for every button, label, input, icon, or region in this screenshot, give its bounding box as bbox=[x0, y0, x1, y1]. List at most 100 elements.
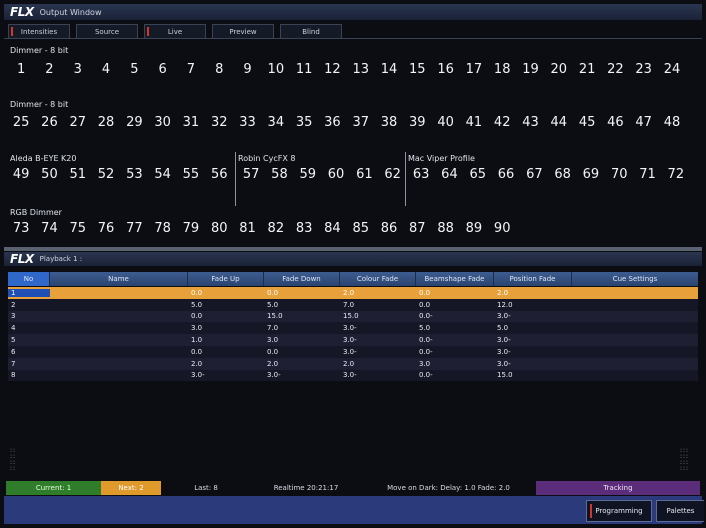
channel-cell[interactable]: 70 bbox=[605, 167, 633, 182]
channel-cell[interactable]: 17 bbox=[460, 62, 488, 77]
channel-cell[interactable]: 42 bbox=[488, 115, 516, 130]
channel-cell[interactable]: 62 bbox=[378, 167, 406, 182]
channel-cell[interactable]: 59 bbox=[294, 167, 322, 182]
tab-blind[interactable]: Blind bbox=[280, 24, 342, 38]
cell-fade-down[interactable]: 7.0 bbox=[264, 324, 340, 332]
channel-cell[interactable]: 79 bbox=[177, 221, 205, 236]
cell-beamshape-fade[interactable]: 0.0 bbox=[416, 301, 494, 309]
column-header-fade-down[interactable]: Fade Down bbox=[264, 272, 340, 286]
channel-cell[interactable]: 49 bbox=[7, 167, 35, 182]
channel-cell[interactable]: 90 bbox=[488, 221, 516, 236]
cell-fade-up[interactable]: 5.0 bbox=[188, 301, 264, 309]
channel-cell[interactable]: 5 bbox=[120, 62, 148, 77]
channel-cell[interactable]: 14 bbox=[375, 62, 403, 77]
channel-cell[interactable]: 28 bbox=[92, 115, 120, 130]
channel-cell[interactable]: 60 bbox=[322, 167, 350, 182]
channel-cell[interactable]: 44 bbox=[545, 115, 573, 130]
channel-cell[interactable]: 22 bbox=[601, 62, 629, 77]
channel-cell[interactable]: 20 bbox=[545, 62, 573, 77]
channel-cell[interactable]: 51 bbox=[64, 167, 92, 182]
channel-cell[interactable]: 26 bbox=[35, 115, 63, 130]
cell-beamshape-fade[interactable]: 3.0 bbox=[416, 360, 494, 368]
channel-cell[interactable]: 47 bbox=[630, 115, 658, 130]
channel-cell[interactable]: 66 bbox=[492, 167, 520, 182]
cell-fade-up[interactable]: 0.0 bbox=[188, 289, 264, 297]
cell-position-fade[interactable]: 15.0 bbox=[494, 371, 572, 379]
cell-beamshape-fade[interactable]: 0.0- bbox=[416, 312, 494, 320]
cell-colour-fade[interactable]: 3.0- bbox=[340, 371, 416, 379]
cell-no[interactable]: 3 bbox=[8, 312, 50, 320]
channel-cell[interactable]: 72 bbox=[662, 167, 690, 182]
channel-cell[interactable]: 30 bbox=[148, 115, 176, 130]
cell-fade-down[interactable]: 15.0 bbox=[264, 312, 340, 320]
tracking-badge[interactable]: Tracking bbox=[536, 481, 700, 495]
column-header-fade-up[interactable]: Fade Up bbox=[188, 272, 264, 286]
cell-fade-up[interactable]: 2.0 bbox=[188, 360, 264, 368]
cell-fade-down[interactable]: 0.0 bbox=[264, 348, 340, 356]
cell-no[interactable]: 5 bbox=[8, 336, 50, 344]
channel-cell[interactable]: 32 bbox=[205, 115, 233, 130]
cell-position-fade[interactable]: 3.0- bbox=[494, 360, 572, 368]
channel-cell[interactable]: 75 bbox=[64, 221, 92, 236]
cell-no[interactable]: 6 bbox=[8, 348, 50, 356]
channel-cell[interactable]: 11 bbox=[290, 62, 318, 77]
cell-fade-down[interactable]: 3.0 bbox=[264, 336, 340, 344]
cell-position-fade[interactable]: 3.0- bbox=[494, 336, 572, 344]
cell-fade-up[interactable]: 3.0 bbox=[188, 324, 264, 332]
channel-cell[interactable]: 78 bbox=[148, 221, 176, 236]
channel-cell[interactable]: 83 bbox=[290, 221, 318, 236]
channel-cell[interactable]: 54 bbox=[148, 167, 176, 182]
channel-cell[interactable]: 36 bbox=[318, 115, 346, 130]
channel-cell[interactable]: 43 bbox=[516, 115, 544, 130]
table-row[interactable]: 2 5.0 5.0 7.0 0.0 12.0 bbox=[8, 298, 698, 311]
channel-cell[interactable]: 76 bbox=[92, 221, 120, 236]
channel-cell[interactable]: 50 bbox=[35, 167, 63, 182]
cell-beamshape-fade[interactable]: 0.0 bbox=[416, 289, 494, 297]
channel-cell[interactable]: 16 bbox=[431, 62, 459, 77]
channel-cell[interactable]: 80 bbox=[205, 221, 233, 236]
channel-cell[interactable]: 67 bbox=[520, 167, 548, 182]
channel-cell[interactable]: 31 bbox=[177, 115, 205, 130]
channel-cell[interactable]: 56 bbox=[205, 167, 233, 182]
channel-cell[interactable]: 27 bbox=[64, 115, 92, 130]
cell-colour-fade[interactable]: 7.0 bbox=[340, 301, 416, 309]
tab-source[interactable]: Source bbox=[76, 24, 138, 38]
cell-fade-up[interactable]: 0.0 bbox=[188, 312, 264, 320]
table-row[interactable]: 3 0.0 15.0 15.0 0.0- 3.0- bbox=[8, 310, 698, 323]
cell-position-fade[interactable]: 12.0 bbox=[494, 301, 572, 309]
channel-cell[interactable]: 9 bbox=[233, 62, 261, 77]
cell-beamshape-fade[interactable]: 0.0- bbox=[416, 336, 494, 344]
cell-no[interactable]: 4 bbox=[8, 324, 50, 332]
cell-beamshape-fade[interactable]: 0.0- bbox=[416, 371, 494, 379]
channel-cell[interactable]: 55 bbox=[177, 167, 205, 182]
cell-fade-down[interactable]: 0.0 bbox=[264, 289, 340, 297]
channel-cell[interactable]: 37 bbox=[347, 115, 375, 130]
cell-beamshape-fade[interactable]: 5.0 bbox=[416, 324, 494, 332]
channel-cell[interactable]: 57 bbox=[237, 167, 265, 182]
channel-cell[interactable]: 1 bbox=[7, 62, 35, 77]
programming-button[interactable]: Programming bbox=[586, 500, 652, 522]
channel-cell[interactable]: 34 bbox=[262, 115, 290, 130]
channel-cell[interactable]: 13 bbox=[347, 62, 375, 77]
cell-no[interactable]: 1 bbox=[8, 288, 50, 297]
cell-position-fade[interactable]: 3.0- bbox=[494, 348, 572, 356]
cell-colour-fade[interactable]: 3.0- bbox=[340, 324, 416, 332]
channel-cell[interactable]: 3 bbox=[64, 62, 92, 77]
channel-cell[interactable]: 63 bbox=[407, 167, 435, 182]
cell-no[interactable]: 2 bbox=[8, 301, 50, 309]
channel-cell[interactable]: 4 bbox=[92, 62, 120, 77]
cell-colour-fade[interactable]: 2.0 bbox=[340, 360, 416, 368]
channel-cell[interactable]: 61 bbox=[350, 167, 378, 182]
channel-cell[interactable]: 58 bbox=[265, 167, 293, 182]
channel-cell[interactable]: 33 bbox=[233, 115, 261, 130]
channel-cell[interactable]: 12 bbox=[318, 62, 346, 77]
cell-position-fade[interactable]: 3.0- bbox=[494, 312, 572, 320]
column-header-no[interactable]: No bbox=[8, 272, 50, 286]
cell-position-fade[interactable]: 2.0 bbox=[494, 289, 572, 297]
channel-cell[interactable]: 89 bbox=[460, 221, 488, 236]
channel-cell[interactable]: 71 bbox=[633, 167, 661, 182]
tab-live[interactable]: Live bbox=[144, 24, 206, 38]
table-row[interactable]: 6 0.0 0.0 3.0- 0.0- 3.0- bbox=[8, 345, 698, 358]
cell-no[interactable]: 8 bbox=[8, 371, 50, 379]
channel-cell[interactable]: 45 bbox=[573, 115, 601, 130]
